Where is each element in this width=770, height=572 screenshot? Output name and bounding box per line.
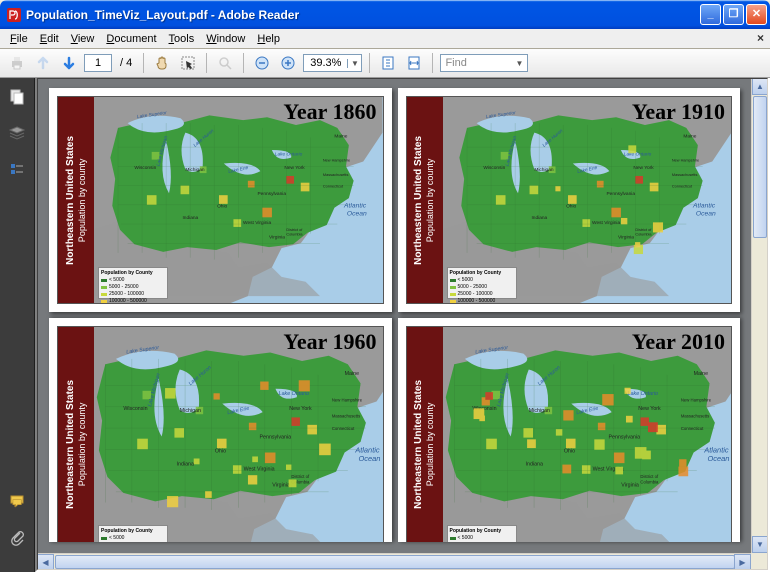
print-icon[interactable] [6, 52, 28, 74]
map-frame: Northeastern United StatesPopulation by … [406, 96, 733, 304]
hand-tool-icon[interactable] [151, 52, 173, 74]
menu-edit[interactable]: Edit [34, 31, 65, 47]
find-input[interactable]: Find▼ [440, 54, 528, 72]
pages-panel-icon[interactable] [6, 86, 28, 108]
map-legend: Population by County < 50005000 - 250002… [447, 525, 517, 542]
bookmarks-panel-icon[interactable] [6, 158, 28, 180]
adobe-reader-icon [6, 7, 22, 23]
map-legend: Population by County < 50005000 - 250002… [98, 525, 168, 542]
fit-width-icon[interactable] [403, 52, 425, 74]
navigation-pane [0, 78, 35, 572]
minimize-button[interactable]: _ [700, 4, 721, 25]
maximize-button[interactable]: ❐ [723, 4, 744, 25]
map-frame: Northeastern United StatesPopulation by … [57, 96, 384, 304]
pdf-page[interactable]: Northeastern United StatesPopulation by … [49, 88, 392, 312]
map-title-sidebar: Northeastern United StatesPopulation by … [407, 97, 443, 303]
select-tool-icon[interactable] [177, 52, 199, 74]
close-button[interactable]: ✕ [746, 4, 767, 25]
pdf-page[interactable]: Northeastern United StatesPopulation by … [398, 88, 741, 312]
zoom-in-icon[interactable] [277, 52, 299, 74]
toolbar: / 4 39.3%▼ Find▼ [0, 49, 770, 78]
map-year-label: Year 2010 [632, 329, 725, 355]
page-total-label: / 4 [116, 57, 136, 69]
menu-bar: File Edit View Document Tools Window Hel… [0, 29, 770, 49]
close-document-button[interactable]: × [757, 31, 764, 45]
page-number-input[interactable] [84, 54, 112, 72]
map-legend: Population by County < 50005000 - 250002… [98, 267, 168, 299]
map-frame: Northeastern United StatesPopulation by … [406, 326, 733, 542]
map-title-sidebar: Northeastern United StatesPopulation by … [58, 97, 94, 303]
map-year-label: Year 1860 [283, 99, 376, 125]
document-viewport: Northeastern United StatesPopulation by … [35, 78, 770, 572]
pdf-page[interactable]: Northeastern United StatesPopulation by … [398, 318, 741, 542]
fit-page-icon[interactable] [377, 52, 399, 74]
zoom-level-select[interactable]: 39.3%▼ [303, 54, 362, 72]
pdf-page[interactable]: Northeastern United StatesPopulation by … [49, 318, 392, 542]
map-year-label: Year 1960 [283, 329, 376, 355]
window-titlebar: Population_TimeViz_Layout.pdf - Adobe Re… [0, 0, 770, 29]
menu-window[interactable]: Window [200, 31, 251, 47]
window-title: Population_TimeViz_Layout.pdf - Adobe Re… [26, 8, 700, 22]
previous-page-icon[interactable] [32, 52, 54, 74]
comments-panel-icon[interactable] [6, 490, 28, 512]
map-frame: Northeastern United StatesPopulation by … [57, 326, 384, 542]
menu-document[interactable]: Document [100, 31, 162, 47]
menu-tools[interactable]: Tools [163, 31, 201, 47]
menu-file[interactable]: File [4, 31, 34, 47]
map-legend: Population by County < 50005000 - 250002… [447, 267, 517, 299]
map-title-sidebar: Northeastern United StatesPopulation by … [407, 327, 443, 542]
layers-panel-icon[interactable] [6, 122, 28, 144]
vertical-scrollbar[interactable]: ▲▼ [751, 78, 768, 553]
zoom-out-icon[interactable] [251, 52, 273, 74]
attachments-panel-icon[interactable] [6, 526, 28, 548]
horizontal-scrollbar[interactable]: ◀▶ [37, 553, 751, 570]
zoom-marquee-icon[interactable] [214, 52, 236, 74]
menu-help[interactable]: Help [251, 31, 286, 47]
next-page-icon[interactable] [58, 52, 80, 74]
map-year-label: Year 1910 [632, 99, 725, 125]
map-title-sidebar: Northeastern United StatesPopulation by … [58, 327, 94, 542]
menu-view[interactable]: View [65, 31, 101, 47]
